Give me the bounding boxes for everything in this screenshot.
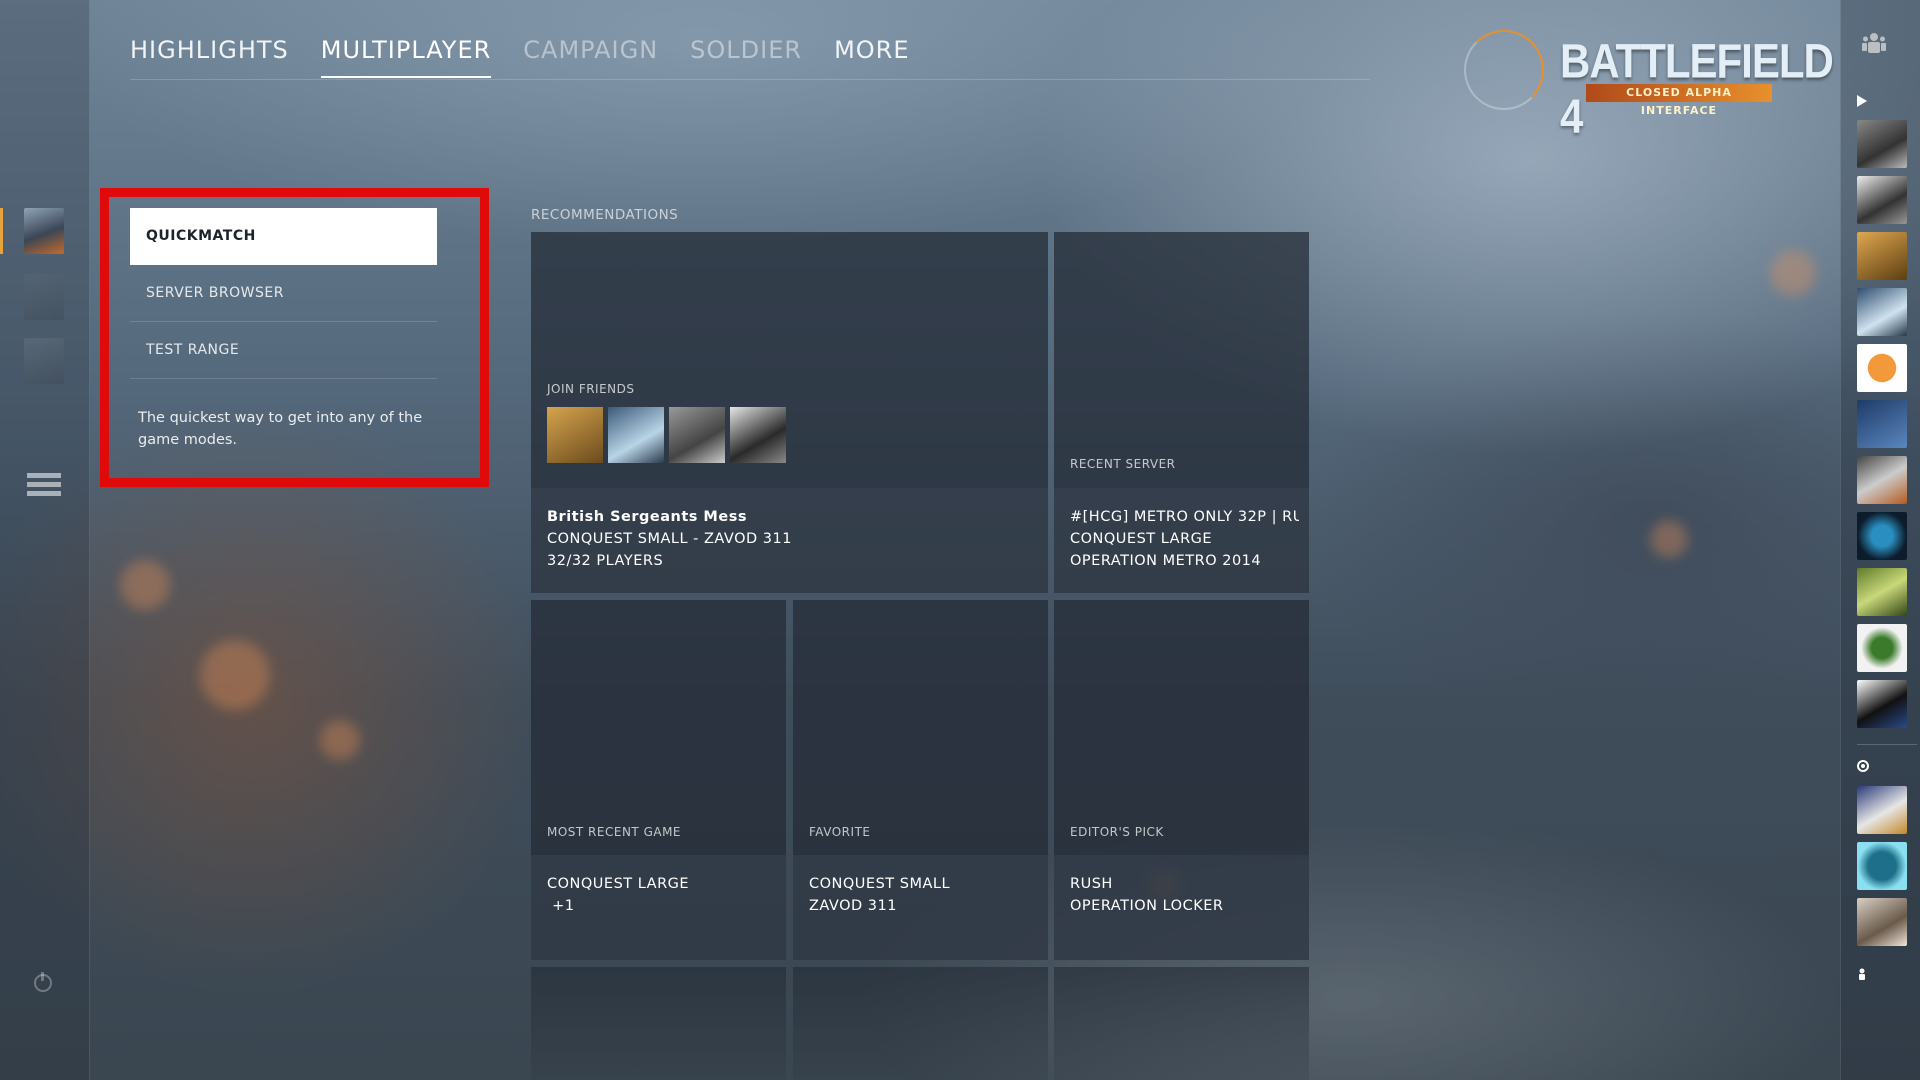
soldier-avatar[interactable] (24, 338, 64, 384)
game-mode: CONQUEST SMALL - ZAVOD 311 (547, 531, 792, 547)
map-name: ZAVOD 311 (809, 898, 897, 914)
left-rail (0, 0, 90, 1080)
game-logo: BATTLEFIELD 4 CLOSED ALPHA INTERFACE (1560, 34, 1834, 143)
recommendations-label: RECOMMENDATIONS (531, 207, 679, 223)
friend-thumbnail[interactable] (1857, 786, 1907, 834)
logo-subtitle: CLOSED ALPHA INTERFACE (1586, 84, 1772, 117)
tile-category: MOST RECENT GAME (547, 825, 682, 839)
friend-avatar[interactable] (608, 407, 664, 463)
friend-thumbnail[interactable] (1857, 842, 1907, 890)
main-nav: HIGHLIGHTS MULTIPLAYER CAMPAIGN SOLDIER … (130, 36, 910, 78)
soldier-avatar[interactable] (24, 274, 64, 320)
game-mode: CONQUEST LARGE (1070, 531, 1213, 547)
extra-count: +1 (547, 898, 575, 914)
friend-thumbnail[interactable] (1857, 512, 1907, 560)
tile-category: EDITOR'S PICK (1070, 825, 1164, 839)
friends-small-icon (1859, 968, 1865, 980)
menu-icon[interactable] (27, 473, 61, 500)
favorite-tile[interactable]: FAVORITE CONQUEST SMALL ZAVOD 311 (793, 600, 1048, 960)
friend-thumbnail[interactable] (1857, 624, 1907, 672)
map-name: OPERATION METRO 2014 (1070, 553, 1262, 569)
friend-thumbnail[interactable] (1857, 288, 1907, 336)
player-count: 32/32 PLAYERS (547, 553, 664, 569)
friends-rail (1840, 0, 1920, 1080)
tile-category: RECENT SERVER (1070, 457, 1176, 471)
friend-thumbnail[interactable] (1857, 232, 1907, 280)
quickmatch-button[interactable]: QUICKMATCH (130, 208, 437, 265)
map-name: OPERATION LOCKER (1070, 898, 1224, 914)
recommendation-tile[interactable] (531, 967, 786, 1080)
submenu-description: The quickest way to get into any of the … (138, 410, 423, 448)
tab-soldier[interactable]: SOLDIER (690, 36, 802, 78)
friend-thumbnail[interactable] (1857, 898, 1907, 946)
power-icon[interactable] (34, 972, 52, 992)
tab-more[interactable]: MORE (834, 36, 909, 78)
tile-category: FAVORITE (809, 825, 871, 839)
recent-server-tile[interactable]: RECENT SERVER #[HCG] METRO ONLY 32P | RU… (1054, 232, 1309, 593)
friend-thumbnail[interactable] (1857, 400, 1907, 448)
friend-thumbnail[interactable] (1857, 176, 1907, 224)
play-icon[interactable] (1857, 95, 1867, 107)
server-browser-button[interactable]: SERVER BROWSER (130, 265, 437, 322)
online-status-icon (1857, 760, 1869, 772)
friend-thumbnail[interactable] (1857, 120, 1907, 168)
nav-divider (130, 79, 1370, 80)
tab-multiplayer[interactable]: MULTIPLAYER (320, 36, 492, 78)
game-mode: RUSH (1070, 876, 1113, 892)
friend-thumbnail[interactable] (1857, 456, 1907, 504)
test-range-button[interactable]: TEST RANGE (130, 322, 437, 379)
rail-divider (1857, 744, 1917, 745)
most-recent-game-tile[interactable]: MOST RECENT GAME CONQUEST LARGE +1 (531, 600, 786, 960)
active-indicator (0, 208, 3, 254)
loading-spinner-icon (1464, 30, 1544, 110)
multiplayer-submenu: QUICKMATCH SERVER BROWSER TEST RANGE (130, 208, 437, 379)
tile-category: JOIN FRIENDS (547, 382, 635, 396)
editors-pick-tile[interactable]: EDITOR'S PICK RUSH OPERATION LOCKER (1054, 600, 1309, 960)
friend-avatar[interactable] (730, 407, 786, 463)
game-mode: CONQUEST SMALL (809, 876, 951, 892)
recommendation-tile[interactable] (1054, 967, 1309, 1080)
server-name: British Sergeants Mess (547, 509, 747, 525)
tab-highlights[interactable]: HIGHLIGHTS (130, 36, 289, 78)
soldier-avatar-active[interactable] (24, 208, 64, 254)
friend-thumbnail[interactable] (1857, 680, 1907, 728)
friend-thumbnail[interactable] (1857, 568, 1907, 616)
game-mode: CONQUEST LARGE (547, 876, 690, 892)
friend-avatar[interactable] (669, 407, 725, 463)
friend-avatar[interactable] (547, 407, 603, 463)
tab-campaign[interactable]: CAMPAIGN (523, 36, 658, 78)
recommendation-tile[interactable] (793, 967, 1048, 1080)
friend-thumbnail[interactable] (1857, 344, 1907, 392)
server-name: #[HCG] METRO ONLY 32P | RU (1070, 509, 1299, 525)
